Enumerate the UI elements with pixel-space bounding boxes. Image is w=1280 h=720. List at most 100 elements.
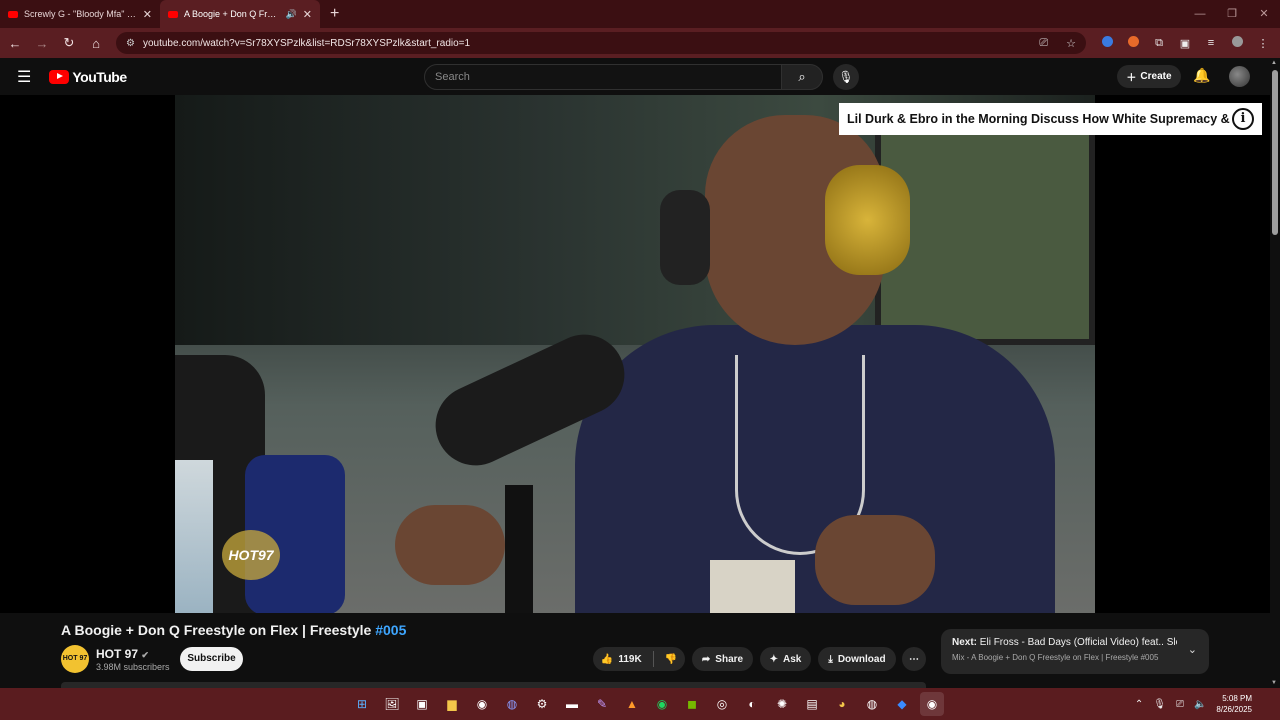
- chevron-down-icon[interactable]: ⌄: [1188, 643, 1197, 656]
- emoji-app-icon[interactable]: ◕: [830, 692, 854, 716]
- new-tab-button[interactable]: +: [320, 5, 349, 23]
- forward-icon[interactable]: →: [30, 36, 54, 51]
- youtube-favicon-icon: [168, 10, 178, 18]
- browser-tab-1[interactable]: Screwly G - "Bloody Mfa" (Offic ✕: [0, 0, 160, 28]
- media-controls-icon[interactable]: ≡: [1202, 37, 1220, 49]
- next-label: Next:: [952, 637, 978, 648]
- channel-name-text[interactable]: HOT 97: [96, 647, 138, 661]
- search-button[interactable]: ⌕: [781, 64, 823, 90]
- clock-time: 5:08 PM: [1222, 694, 1252, 703]
- search-box[interactable]: [424, 64, 782, 90]
- speaker-icon[interactable]: 🔊: [286, 9, 297, 20]
- more-actions-button[interactable]: ⋯: [902, 647, 926, 671]
- youtube-logo[interactable]: YouTube: [49, 69, 127, 85]
- video-player[interactable]: HOT97 Lil Durk & Ebro in the Morning Dis…: [0, 95, 1270, 613]
- url-text[interactable]: youtube.com/watch?v=Sr78XYSPzlk&list=RDS…: [143, 38, 1021, 49]
- vlc-icon[interactable]: ▲: [620, 692, 644, 716]
- account-avatar[interactable]: [1229, 66, 1250, 87]
- sparkle-icon: ✦: [769, 653, 779, 665]
- windows-start-icon[interactable]: ⊞: [350, 692, 374, 716]
- extension-blue-icon[interactable]: [1098, 36, 1116, 50]
- create-label: Create: [1140, 71, 1172, 82]
- download-icon: ⤓: [828, 653, 833, 665]
- info-icon[interactable]: i: [1232, 108, 1254, 130]
- scroll-up-arrow-icon[interactable]: ▲: [1271, 60, 1277, 66]
- home-icon[interactable]: ⌂: [84, 36, 108, 51]
- obs-icon[interactable]: ◎: [710, 692, 734, 716]
- end-card-suggestion[interactable]: Lil Durk & Ebro in the Morning Discuss H…: [839, 103, 1262, 135]
- media-app-icon[interactable]: ▬: [560, 692, 584, 716]
- pen-app-icon[interactable]: ✎: [590, 692, 614, 716]
- terminal-icon[interactable]: ▣: [410, 692, 434, 716]
- left-hand: [395, 505, 505, 585]
- browser-toolbar: ← → ↻ ⌂ ⚙ youtube.com/watch?v=Sr78XYSPzl…: [0, 28, 1280, 58]
- bookmark-star-icon[interactable]: ☆: [1066, 37, 1076, 50]
- download-button[interactable]: ⤓ Download: [818, 647, 896, 671]
- steam-icon[interactable]: ⚙: [530, 692, 554, 716]
- more-horizontal-icon: ⋯: [909, 653, 919, 665]
- tray-microphone-icon[interactable]: 🎙: [1153, 699, 1166, 710]
- file-explorer-icon[interactable]: ▆: [440, 692, 464, 716]
- nvidia-icon[interactable]: ◼: [680, 692, 704, 716]
- dislike-button[interactable]: 👎: [665, 654, 677, 665]
- thumbs-down-icon: 👎: [664, 653, 678, 665]
- reload-icon[interactable]: ↻: [57, 35, 81, 51]
- headphone-right: [825, 165, 910, 275]
- subscribe-button[interactable]: Subscribe: [180, 647, 243, 671]
- browser-tab-2[interactable]: A Boogie + Don Q Freestyle 🔊 ✕: [160, 0, 320, 28]
- address-bar[interactable]: ⚙ youtube.com/watch?v=Sr78XYSPzlk&list=R…: [116, 32, 1086, 54]
- blue-app-icon[interactable]: ◆: [890, 692, 914, 716]
- hot97-watermark-logo: HOT97: [222, 530, 280, 580]
- browser-tab-bar: Screwly G - "Bloody Mfa" (Offic ✕ A Boog…: [0, 0, 1280, 28]
- microphone-icon: 🎙: [838, 70, 854, 84]
- next-video-line[interactable]: Next: Eli Fross - Bad Days (Official Vid…: [952, 637, 1177, 648]
- split-view-icon[interactable]: ▣: [1176, 37, 1194, 50]
- close-tab-icon[interactable]: ✕: [303, 8, 312, 21]
- menu-hamburger-icon[interactable]: ☰: [17, 67, 31, 87]
- channel-name[interactable]: HOT 97 ✔: [96, 647, 149, 661]
- scrollbar-thumb[interactable]: [1272, 70, 1278, 235]
- ask-button[interactable]: ✦ Ask: [760, 647, 811, 671]
- extension-orange-icon[interactable]: [1124, 36, 1142, 50]
- create-button[interactable]: ＋ Create: [1117, 65, 1181, 88]
- close-window-icon[interactable]: ✕: [1248, 0, 1280, 28]
- profile-icon[interactable]: [1228, 36, 1246, 50]
- music-app-icon[interactable]: ◍: [860, 692, 884, 716]
- next-video-card[interactable]: Next: Eli Fross - Bad Days (Official Vid…: [941, 629, 1209, 674]
- iv-app-icon[interactable]: ▤: [800, 692, 824, 716]
- volume-icon[interactable]: 🔈: [1194, 699, 1206, 710]
- notifications-bell-icon[interactable]: 🔔: [1193, 67, 1210, 84]
- close-tab-icon[interactable]: ✕: [143, 8, 152, 21]
- search-input[interactable]: [435, 71, 781, 83]
- site-settings-icon[interactable]: ⚙: [126, 38, 135, 49]
- chrome-profile-icon[interactable]: ◉: [470, 692, 494, 716]
- network-app-icon[interactable]: ✺: [770, 692, 794, 716]
- next-video-title[interactable]: Eli Fross - Bad Days (Official Video) fe…: [980, 637, 1177, 648]
- share-button[interactable]: ➦ Share: [692, 647, 753, 671]
- page-scrollbar[interactable]: ▲ ▼: [1270, 58, 1280, 688]
- end-card-title[interactable]: Lil Durk & Ebro in the Morning Discuss H…: [847, 112, 1232, 126]
- tray-overflow-chevron-icon[interactable]: ⌃: [1135, 699, 1143, 710]
- channel-avatar[interactable]: HOT 97: [61, 645, 89, 673]
- restore-icon[interactable]: ❐: [1216, 0, 1248, 28]
- back-icon[interactable]: ←: [3, 36, 27, 51]
- photos-app-icon[interactable]: 🖼: [380, 692, 404, 716]
- cast-icon[interactable]: ⎚: [1039, 37, 1048, 50]
- download-label: Download: [837, 653, 886, 665]
- video-frame[interactable]: HOT97: [175, 95, 1095, 613]
- system-clock[interactable]: 5:08 PM 8/26/2025: [1216, 693, 1252, 715]
- menu-kebab-icon[interactable]: ⋮: [1254, 37, 1272, 50]
- like-button[interactable]: 👍 119K: [601, 654, 642, 665]
- chrome-active-icon[interactable]: ◉: [920, 692, 944, 716]
- clock-app-icon[interactable]: ◐: [740, 692, 764, 716]
- voice-search-button[interactable]: 🎙: [833, 64, 859, 90]
- system-tray: ⌃ 🎙 ⎚ 🔈 5:08 PM 8/26/2025: [1135, 688, 1252, 720]
- scroll-down-arrow-icon[interactable]: ▼: [1271, 680, 1277, 686]
- spotify-icon[interactable]: ◉: [650, 692, 674, 716]
- extensions-puzzle-icon[interactable]: ⧉: [1150, 37, 1168, 50]
- water-bottle: [175, 460, 213, 613]
- hashtag-link[interactable]: #005: [375, 622, 406, 638]
- minimize-icon[interactable]: —: [1184, 0, 1216, 28]
- discord-icon[interactable]: ◍: [500, 692, 524, 716]
- network-icon[interactable]: ⎚: [1176, 699, 1184, 710]
